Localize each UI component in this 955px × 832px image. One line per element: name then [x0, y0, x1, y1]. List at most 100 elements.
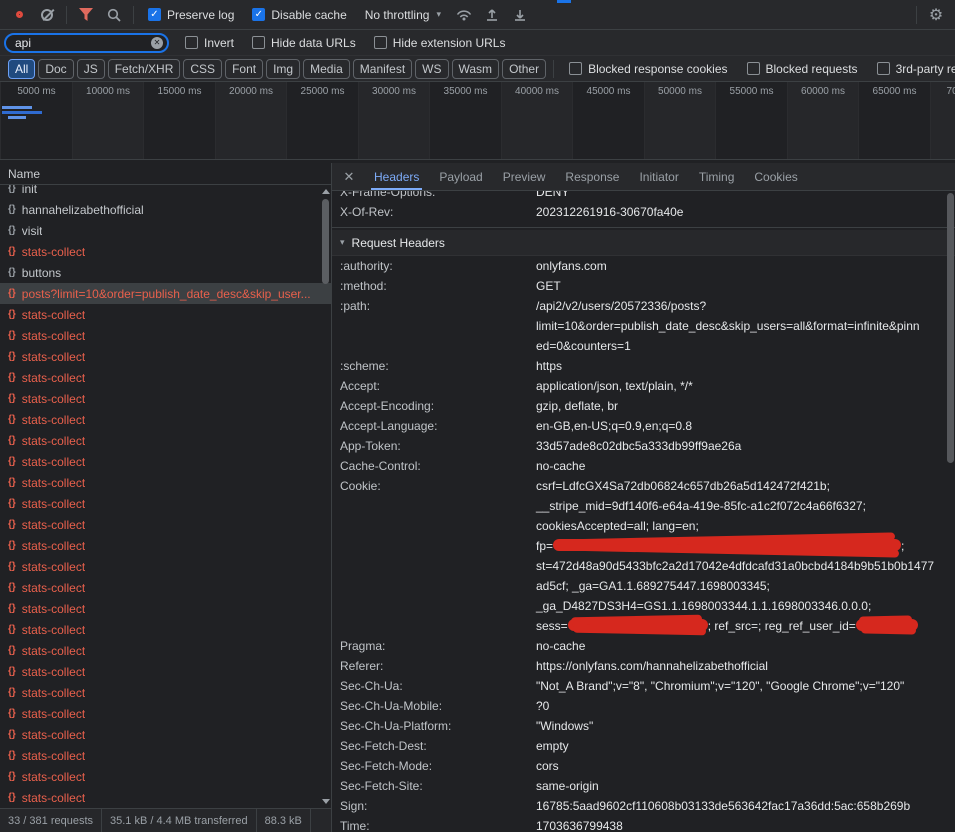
- request-row[interactable]: {}stats-collect: [0, 367, 331, 388]
- tab-preview[interactable]: Preview: [493, 163, 556, 190]
- type-filter-css[interactable]: CSS: [183, 59, 222, 79]
- type-filter-img[interactable]: Img: [266, 59, 300, 79]
- request-row[interactable]: {}stats-collect: [0, 514, 331, 535]
- clear-network-log-button[interactable]: [34, 3, 60, 27]
- chevron-down-icon: ▾: [436, 9, 441, 20]
- left-scrollbar[interactable]: [320, 185, 331, 808]
- overview-time-label: 50000 ms: [645, 86, 716, 97]
- request-name: stats-collect: [22, 392, 85, 406]
- scroll-up-arrow-icon[interactable]: [322, 189, 330, 194]
- type-filter-doc[interactable]: Doc: [38, 59, 73, 79]
- throttling-dropdown[interactable]: No throttling ▾: [365, 8, 441, 22]
- request-row[interactable]: {}stats-collect: [0, 451, 331, 472]
- left-scrollbar-thumb[interactable]: [322, 199, 329, 284]
- list-column-header-name[interactable]: Name: [0, 163, 331, 185]
- request-row[interactable]: {}stats-collect: [0, 535, 331, 556]
- hide-data-urls-checkbox[interactable]: Hide data URLs: [252, 36, 356, 50]
- filter-clear-icon[interactable]: ✕: [151, 37, 163, 49]
- tab-response[interactable]: Response: [555, 163, 629, 190]
- funnel-icon: [79, 8, 93, 21]
- request-row[interactable]: {}stats-collect: [0, 619, 331, 640]
- type-filter-wasm[interactable]: Wasm: [452, 59, 500, 79]
- request-row[interactable]: {}stats-collect: [0, 241, 331, 262]
- header-name: X-Frame-Options:: [332, 191, 536, 202]
- request-row[interactable]: {}stats-collect: [0, 325, 331, 346]
- tab-payload[interactable]: Payload: [429, 163, 492, 190]
- request-row[interactable]: {}init: [0, 185, 331, 199]
- throttling-value: No throttling: [365, 8, 430, 22]
- request-name: stats-collect: [22, 539, 85, 553]
- type-filter-js[interactable]: JS: [77, 59, 105, 79]
- request-row[interactable]: {}stats-collect: [0, 787, 331, 808]
- disable-cache-label: Disable cache: [271, 8, 346, 22]
- requests-count: 33 / 381 requests: [0, 809, 102, 832]
- redaction-scribble: [856, 619, 918, 631]
- request-row[interactable]: {}visit: [0, 220, 331, 241]
- type-filter-ws[interactable]: WS: [415, 59, 448, 79]
- network-conditions-button[interactable]: [451, 3, 477, 27]
- header-row: Sec-Ch-Ua:"Not_A Brand";v="8", "Chromium…: [332, 676, 955, 696]
- tab-headers[interactable]: Headers: [364, 163, 429, 190]
- blocked-requests-checkbox[interactable]: Blocked requests: [747, 62, 858, 76]
- request-row[interactable]: {}buttons: [0, 262, 331, 283]
- request-row[interactable]: {}stats-collect: [0, 577, 331, 598]
- filter-input[interactable]: [4, 33, 169, 53]
- request-row[interactable]: {}stats-collect: [0, 598, 331, 619]
- record-button[interactable]: [6, 3, 32, 27]
- script-icon: {}: [8, 708, 16, 719]
- request-row[interactable]: {}stats-collect: [0, 682, 331, 703]
- request-row[interactable]: {}stats-collect: [0, 388, 331, 409]
- request-row[interactable]: {}stats-collect: [0, 724, 331, 745]
- request-row[interactable]: {}stats-collect: [0, 640, 331, 661]
- type-filter-media[interactable]: Media: [303, 59, 350, 79]
- request-row[interactable]: {}stats-collect: [0, 472, 331, 493]
- script-icon: {}: [8, 687, 16, 698]
- header-value-line: ed=0&counters=1: [536, 336, 939, 356]
- request-row[interactable]: {}stats-collect: [0, 493, 331, 514]
- tab-timing[interactable]: Timing: [689, 163, 745, 190]
- header-value: en-GB,en-US;q=0.9,en;q=0.8: [536, 416, 955, 436]
- request-row[interactable]: {}stats-collect: [0, 766, 331, 787]
- request-row[interactable]: {}stats-collect: [0, 304, 331, 325]
- third-party-requests-checkbox[interactable]: 3rd-party requests: [877, 62, 955, 76]
- status-bar: 33 / 381 requests 35.1 kB / 4.4 MB trans…: [0, 808, 331, 832]
- blocked-response-cookies-checkbox[interactable]: Blocked response cookies: [569, 62, 727, 76]
- right-scrollbar[interactable]: [946, 191, 955, 832]
- request-row[interactable]: {}stats-collect: [0, 745, 331, 766]
- type-filter-font[interactable]: Font: [225, 59, 263, 79]
- preserve-log-checkbox[interactable]: Preserve log: [148, 8, 234, 22]
- export-har-button[interactable]: [507, 3, 533, 27]
- tab-cookies[interactable]: Cookies: [744, 163, 807, 190]
- tab-initiator[interactable]: Initiator: [629, 163, 688, 190]
- scroll-down-arrow-icon[interactable]: [322, 799, 330, 804]
- checkbox-icon: [185, 36, 198, 49]
- overview-strip[interactable]: 5000 ms10000 ms15000 ms20000 ms25000 ms3…: [0, 82, 955, 160]
- request-row[interactable]: {}stats-collect: [0, 556, 331, 577]
- disable-cache-checkbox[interactable]: Disable cache: [252, 8, 346, 22]
- header-value-line: limit=10&order=publish_date_desc&skip_us…: [536, 316, 939, 336]
- request-headers-section[interactable]: ▾ Request Headers: [332, 230, 955, 256]
- request-row[interactable]: {}stats-collect: [0, 703, 331, 724]
- hide-extension-urls-label: Hide extension URLs: [393, 36, 506, 50]
- type-filter-manifest[interactable]: Manifest: [353, 59, 412, 79]
- preserve-log-label: Preserve log: [167, 8, 234, 22]
- type-filter-other[interactable]: Other: [502, 59, 546, 79]
- request-list-pane: Name {}init{}hannahelizabethofficial{}vi…: [0, 163, 332, 832]
- settings-button[interactable]: ⚙: [923, 3, 949, 27]
- header-name: :method:: [332, 276, 536, 296]
- filter-toggle-button[interactable]: [73, 3, 99, 27]
- search-button[interactable]: [101, 3, 127, 27]
- request-row[interactable]: {}stats-collect: [0, 409, 331, 430]
- type-filter-all[interactable]: All: [8, 59, 35, 79]
- request-row[interactable]: {}hannahelizabethofficial: [0, 199, 331, 220]
- request-row[interactable]: {}stats-collect: [0, 430, 331, 451]
- request-row[interactable]: {}stats-collect: [0, 661, 331, 682]
- right-scrollbar-thumb[interactable]: [947, 193, 954, 463]
- close-icon[interactable]: ✕: [338, 169, 360, 185]
- type-filter-fetch-xhr[interactable]: Fetch/XHR: [108, 59, 181, 79]
- import-har-button[interactable]: [479, 3, 505, 27]
- invert-checkbox[interactable]: Invert: [185, 36, 234, 50]
- request-row[interactable]: {}stats-collect: [0, 346, 331, 367]
- request-row[interactable]: {}posts?limit=10&order=publish_date_desc…: [0, 283, 331, 304]
- hide-extension-urls-checkbox[interactable]: Hide extension URLs: [374, 36, 506, 50]
